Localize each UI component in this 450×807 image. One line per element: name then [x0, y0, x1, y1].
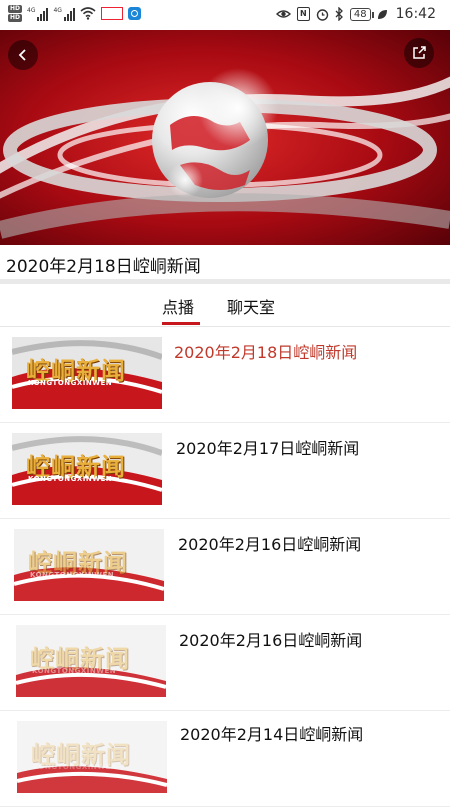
episode-title: 2020年2月18日崆峒新闻: [174, 343, 358, 362]
share-icon: [413, 46, 426, 59]
status-right: N 48 16:42: [275, 6, 436, 22]
thumbnail-subtitle: KONGTONGXINWEN: [28, 475, 113, 483]
leaf-icon: [377, 9, 387, 19]
status-left: HD HD 4G 4G: [8, 5, 141, 22]
chevron-left-icon: [18, 49, 26, 61]
thumbnail: 崆峒新闻 KONGTONGXINWEN: [12, 433, 162, 505]
list-item[interactable]: 崆峒新闻 KONGTONGXINWEN 2020年2月14日崆峒新闻: [0, 711, 450, 807]
video-frame: [0, 30, 450, 245]
clock: 16:42: [395, 6, 436, 22]
video-player[interactable]: [0, 30, 450, 245]
thumbnail: 崆峒新闻 KONGTONGXINWEN: [17, 721, 167, 793]
list-item[interactable]: 崆峒新闻 KONGTONGXINWEN 2020年2月16日崆峒新闻: [0, 519, 450, 615]
thumbnail: 崆峒新闻 KONGTONGXINWEN: [14, 529, 164, 601]
nfc-icon: N: [296, 7, 310, 21]
thumbnail: 崆峒新闻 KONGTONGXINWEN: [16, 625, 166, 697]
hd-icons: HD HD: [8, 5, 23, 22]
list-item[interactable]: 崆峒新闻 KONGTONGXINWEN 2020年2月16日崆峒新闻: [0, 615, 450, 711]
video-title: 2020年2月18日崆峒新闻: [6, 257, 201, 277]
signal-icon: 4G: [27, 7, 49, 21]
thumbnail-subtitle: KONGTONGXINWEN: [30, 571, 115, 579]
tab-vod[interactable]: 点播: [162, 294, 194, 318]
episode-title: 2020年2月16日崆峒新闻: [179, 631, 363, 650]
thumbnail-subtitle: KONGTONGXINWEN: [33, 763, 118, 771]
hd-icon: HD: [8, 14, 23, 22]
thumbnail: 崆峒新闻 KONGTONGXINWEN: [12, 337, 162, 409]
list-item[interactable]: 崆峒新闻 KONGTONGXINWEN 2020年2月18日崆峒新闻: [0, 327, 450, 423]
episode-title: 2020年2月16日崆峒新闻: [178, 535, 362, 554]
thumbnail-subtitle: KONGTONGXINWEN: [28, 379, 113, 387]
status-bar: HD HD 4G 4G N 48 16:42: [0, 0, 450, 30]
episode-title: 2020年2月17日崆峒新闻: [176, 439, 360, 458]
list-item[interactable]: 崆峒新闻 KONGTONGXINWEN 2020年2月17日崆峒新闻: [0, 423, 450, 519]
battery-icon: 48: [349, 7, 374, 21]
thumbnail-subtitle: KONGTONGXINWEN: [32, 667, 117, 675]
app-notification-icon: [100, 7, 123, 20]
share-button[interactable]: [404, 38, 434, 68]
hd-icon: HD: [8, 5, 23, 13]
wifi-icon: [80, 7, 96, 20]
tab-bar: 点播 聊天室: [0, 284, 450, 327]
alarm-icon: [316, 8, 329, 21]
eye-icon: [275, 10, 291, 18]
active-tab-indicator: [162, 322, 200, 325]
back-button[interactable]: [8, 40, 38, 70]
tab-chatroom[interactable]: 聊天室: [227, 294, 275, 318]
signal-icon: 4G: [53, 7, 75, 21]
app-notification-icon: [127, 7, 141, 20]
bluetooth-icon: [335, 7, 343, 21]
episode-title: 2020年2月14日崆峒新闻: [180, 725, 364, 744]
